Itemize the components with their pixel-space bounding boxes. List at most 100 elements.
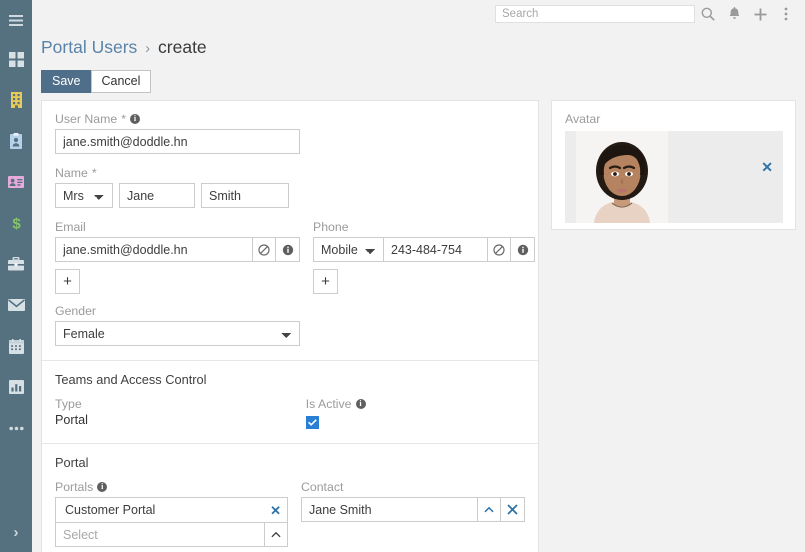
- field-name: Name * MrsMrMsMissDr: [55, 166, 525, 208]
- search-input[interactable]: [495, 5, 695, 23]
- email-ban-icon[interactable]: [252, 237, 276, 262]
- contact-label: Contact: [301, 480, 525, 494]
- field-gender: Gender FemaleMaleNeutralNot Specified: [55, 304, 525, 346]
- phone-ban-icon[interactable]: [487, 237, 511, 262]
- contact-clear-icon[interactable]: [501, 497, 525, 522]
- field-type: Type Portal: [55, 397, 293, 429]
- gender-select[interactable]: FemaleMaleNeutralNot Specified: [55, 321, 300, 346]
- cancel-button[interactable]: Cancel: [90, 70, 152, 93]
- info-icon[interactable]: i: [129, 114, 140, 124]
- sidebar-item-calendar-icon[interactable]: [0, 335, 32, 357]
- hamburger-icon[interactable]: [0, 9, 32, 31]
- contact-details-row: Email jane.smith@doddle.hn + Phone Mobil…: [55, 220, 535, 294]
- portals-select-input[interactable]: [55, 522, 264, 547]
- portals-label: Portals i: [55, 480, 288, 494]
- portal-item-label: Customer Portal: [65, 503, 156, 517]
- salutation-select[interactable]: MrsMrMsMissDr: [55, 183, 113, 208]
- avatar-panel: Avatar ✕: [551, 100, 796, 230]
- contact-label-text: Contact: [301, 480, 344, 494]
- name-label: Name *: [55, 166, 525, 180]
- email-info-icon[interactable]: [276, 237, 300, 262]
- app-root: $ › Search Portal Users › create Save Ca…: [0, 0, 805, 552]
- sidebar-item-cases-icon[interactable]: [0, 253, 32, 275]
- field-portals: Portals i Customer Portal ✕: [55, 480, 288, 547]
- contact-chevron-up-icon[interactable]: [477, 497, 501, 522]
- required-marker: *: [91, 166, 97, 180]
- teams-section-title: Teams and Access Control: [55, 372, 207, 387]
- section-basic-details: User Name * i Name * MrsMrMsMissDr: [42, 101, 538, 361]
- sidebar-item-contacts-icon[interactable]: [0, 130, 32, 152]
- sidebar: $ ›: [0, 0, 32, 552]
- sidebar-item-opportunities-icon[interactable]: $: [0, 212, 32, 234]
- field-is-active: Is Active i: [305, 397, 525, 429]
- avatar-frame: ✕: [565, 131, 783, 223]
- form-action-buttons: Save Cancel: [32, 64, 805, 93]
- user-name-input[interactable]: [55, 129, 300, 154]
- avatar-label-text: Avatar: [565, 112, 601, 126]
- page-title: create: [158, 37, 207, 57]
- avatar: [576, 131, 668, 223]
- is-active-label: Is Active i: [306, 397, 525, 411]
- last-name-input[interactable]: [201, 183, 289, 208]
- email-input[interactable]: [55, 237, 252, 262]
- phone-label-text: Phone: [313, 220, 349, 234]
- list-item[interactable]: Customer Portal ✕: [55, 497, 288, 522]
- gender-label-text: Gender: [55, 304, 97, 318]
- email-label-text: Email: [55, 220, 86, 234]
- add-phone-button[interactable]: +: [313, 269, 338, 294]
- info-icon[interactable]: i: [97, 482, 108, 492]
- type-value: Portal: [55, 413, 88, 427]
- record-form-panel: User Name * i Name * MrsMrMsMissDr: [41, 100, 539, 552]
- field-phone: Phone MobileOfficeHomeFaxOther: [313, 220, 535, 294]
- sidebar-item-leads-icon[interactable]: [0, 171, 32, 193]
- avatar-label: Avatar: [565, 112, 782, 126]
- info-icon[interactable]: i: [355, 399, 366, 409]
- topbar: [32, 0, 805, 28]
- portal-section-title: Portal: [55, 455, 89, 470]
- bell-icon[interactable]: [721, 1, 747, 27]
- first-name-input[interactable]: [119, 183, 195, 208]
- phone-info-icon[interactable]: [511, 237, 535, 262]
- phone-label: Phone: [313, 220, 535, 234]
- remove-portal-icon[interactable]: ✕: [270, 504, 281, 517]
- portal-fields-row: Portals i Customer Portal ✕ Select Conta…: [55, 480, 525, 547]
- type-label: Type: [55, 397, 82, 411]
- sidebar-item-building-icon[interactable]: [0, 89, 32, 111]
- portals-label-text: Portals: [55, 480, 94, 494]
- section-portal: Portal Portals i Customer Portal ✕ Selec…: [42, 444, 538, 552]
- sidebar-item-dashboard[interactable]: [0, 48, 32, 70]
- required-marker: *: [121, 112, 126, 126]
- field-contact: Contact: [301, 480, 525, 547]
- sidebar-item-reports-icon[interactable]: [0, 376, 32, 398]
- phone-type-select[interactable]: MobileOfficeHomeFaxOther: [313, 237, 383, 262]
- contact-input[interactable]: [301, 497, 477, 522]
- phone-number-input[interactable]: [383, 237, 487, 262]
- portals-chevron-up-icon[interactable]: [264, 522, 288, 547]
- svg-text:$: $: [12, 216, 21, 232]
- search-icon[interactable]: [695, 1, 721, 27]
- add-email-button[interactable]: +: [55, 269, 80, 294]
- name-label-text: Name: [55, 166, 88, 180]
- kebab-menu-icon[interactable]: [773, 1, 799, 27]
- field-user-name: User Name * i: [55, 112, 525, 154]
- close-icon[interactable]: ✕: [761, 160, 773, 174]
- page-header: Portal Users › create Save Cancel: [32, 28, 805, 93]
- teams-fields-row: Type Portal Is Active i: [55, 397, 525, 429]
- user-name-label-text: User Name: [55, 112, 118, 126]
- user-name-label: User Name * i: [55, 112, 525, 126]
- save-button[interactable]: Save: [41, 70, 92, 93]
- is-active-label-text: Is Active: [305, 397, 352, 411]
- gender-label: Gender: [55, 304, 525, 318]
- sidebar-item-more-icon[interactable]: [0, 417, 32, 439]
- is-active-checkbox[interactable]: [305, 416, 319, 429]
- breadcrumb-parent-link[interactable]: Portal Users: [41, 37, 137, 57]
- breadcrumb: Portal Users › create: [32, 28, 805, 64]
- plus-icon[interactable]: [747, 1, 773, 27]
- section-teams-access-control: Teams and Access Control Type Portal Is …: [42, 361, 538, 444]
- sidebar-expand-chevron-icon: ›: [13, 523, 19, 541]
- email-label: Email: [55, 220, 300, 234]
- sidebar-item-emails-icon[interactable]: [0, 294, 32, 316]
- field-email: Email jane.smith@doddle.hn +: [55, 220, 300, 294]
- sidebar-expand-button[interactable]: ›: [0, 520, 32, 544]
- breadcrumb-separator: ›: [145, 40, 151, 57]
